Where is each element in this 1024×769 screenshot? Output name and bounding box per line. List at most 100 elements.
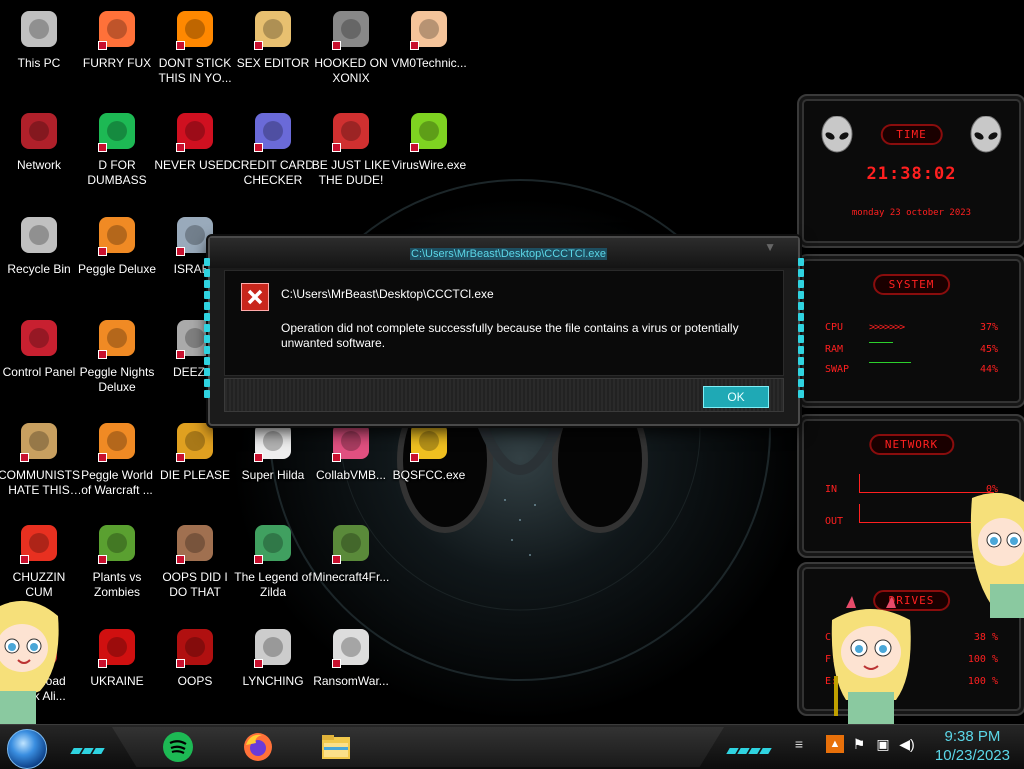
taskbar-spotify-icon[interactable] [162,731,194,763]
shortcut-arrow-icon [98,247,107,256]
desktop-icon-label: HOOKED ON XONIX [314,56,388,85]
tray-flag-icon[interactable]: ⚑ [850,735,868,753]
desktop-icon[interactable]: OOPS DID I DO THAT [154,520,236,600]
desktop-icon[interactable]: BE JUST LIKE THE DUDE! [310,108,392,188]
error-message: Operation did not complete successfully … [281,321,739,350]
alien-head-icon [970,116,1002,153]
computer-icon [16,6,62,52]
control-panel-icon [16,315,62,361]
desktop-icon-label: BE JUST LIKE THE DUDE! [311,158,391,187]
desktop-icon[interactable]: CHUZZIN CUM [0,520,80,600]
taskbar-clock[interactable]: 9:38 PM 10/23/2023 [935,727,1010,765]
desktop-icon[interactable]: Peggle World of Warcraft ... [76,418,158,498]
shortcut-arrow-icon [20,453,29,462]
desktop-icon-label: CREDIT CARD CHECKER [232,158,314,187]
shortcut-arrow-icon [332,41,341,50]
rainmeter-system-panel: SYSTEM CPU >>>>>>> 37% RAM 45% SWAP 44% [797,254,1024,408]
swap-label: SWAP [825,364,850,375]
error-x-icon [241,283,269,311]
cpu-value: 37% [979,322,998,333]
start-button[interactable] [7,729,47,769]
desktop-icon[interactable]: LYNCHING [232,624,314,689]
desktop-icon-label: DIE PLEASE [159,468,231,482]
cpu-label: CPU [825,322,844,333]
taskbar-firefox-icon[interactable] [242,731,274,763]
zelda-icon [250,520,296,566]
shortcut-arrow-icon [254,555,263,564]
taskbar-right-lights [726,741,772,754]
desktop-icon[interactable]: SEX EDITOR [232,6,314,71]
desktop-icon[interactable]: DIE PLEASE [154,418,236,483]
santa-elf-icon [328,108,374,154]
rainmeter-clock: 21:38:02 [866,164,957,184]
rainmeter-time-panel: TIME 21:38:02 monday 23 october 2023 [797,94,1024,248]
taskbar-file-explorer-icon[interactable] [320,731,352,763]
show-hidden-icons-icon[interactable]: ≡ [790,735,808,753]
shortcut-arrow-icon [98,453,107,462]
system-row-swap: SWAP 44% [825,364,998,375]
xonix-icon [328,6,374,52]
shortcut-arrow-icon [410,453,419,462]
tray-speaker-icon[interactable]: ◀) [898,735,916,753]
desktop-icon[interactable]: Minecraft4Fr... [310,520,392,585]
cpu-arrows: >>>>>>> [869,322,905,333]
shortcut-arrow-icon [332,143,341,152]
desktop-icon[interactable]: Control Panel [0,315,80,380]
portrait-icon [172,520,218,566]
desktop-icon[interactable]: Super Hilda [232,418,314,483]
ram-bar [869,342,893,343]
desktop-icon[interactable]: VM0Technic... [388,6,470,71]
ok-button[interactable]: OK [703,386,769,408]
net-in-label: IN [825,484,838,495]
lynching-icon [250,624,296,670]
desktop-icon[interactable]: BQSFCC.exe [388,418,470,483]
shortcut-arrow-icon [332,453,341,462]
desktop-icon[interactable]: CollabVMB... [310,418,392,483]
ram-value: 45% [979,344,998,355]
rainmeter-system-title: SYSTEM [872,274,951,295]
desktop-icon[interactable]: NEVER USED! [154,108,236,173]
desktop-icon[interactable]: COMMUNISTS HATE THIS G... [0,418,80,498]
desktop-icon[interactable]: VirusWire.exe [388,108,470,173]
desktop-icon[interactable]: RansomWar... [310,624,392,689]
drive-c-value: 38 % [973,632,998,643]
desktop-icon[interactable]: This PC [0,6,80,71]
desktop-icon-label: Recycle Bin [7,262,71,276]
doctor-icon [406,6,452,52]
desktop-icon[interactable]: Peggle Deluxe [76,212,158,277]
desktop-icon[interactable]: Network [0,108,80,173]
desktop-icon[interactable]: OOPS [154,624,236,689]
desktop-icon[interactable]: HOOKED ON XONIX [310,6,392,86]
tray-network-icon[interactable]: ▣ [874,735,892,753]
alien-head-icon [821,116,853,153]
desktop-icon-label: COMMUNISTS HATE THIS G... [0,468,80,497]
shortcut-arrow-icon [98,659,107,668]
desktop-icon[interactable]: D FOR DUMBASS [76,108,158,188]
firefox-icon [94,6,140,52]
shortcut-arrow-icon [254,453,263,462]
desktop-icon[interactable]: UKRAINE [76,624,158,689]
dialog-titlebar[interactable]: C:\Users\MrBeast\Desktop\CCCTCl.exe ▼ [210,238,798,268]
desktop-icon-label: VirusWire.exe [391,158,467,172]
desktop-icon[interactable]: The Legend of Zilda [232,520,314,600]
tray-fire-icon[interactable]: ▲ [826,735,844,753]
desktop-icon[interactable]: DONT STICK THIS IN YO... [154,6,236,86]
desktop-icon[interactable]: Plants vs Zombies [76,520,158,600]
desktop-icon-label: Super Hilda [241,468,305,482]
plants-icon [94,520,140,566]
taskbar-app-area [112,727,724,767]
desktop-icon[interactable]: Recycle Bin [0,212,80,277]
skull-icon [328,624,374,670]
taskbar-left-lights [70,741,105,754]
desktop-icon-label: LYNCHING [242,674,304,688]
oops-icon [172,624,218,670]
shortcut-arrow-icon [332,555,341,564]
system-row-cpu: CPU >>>>>>> 37% [825,322,998,333]
desktop-icon[interactable]: FURRY FUX [76,6,158,71]
shortcut-arrow-icon [254,659,263,668]
desktop-icon[interactable]: Peggle Nights Deluxe [76,315,158,395]
desktop-icon[interactable]: CREDIT CARD CHECKER [232,108,314,188]
star-butterfly-sticker-middle [831,596,911,724]
shortcut-arrow-icon [176,247,185,256]
rainmeter-date: monday 23 october 2023 [851,208,972,218]
